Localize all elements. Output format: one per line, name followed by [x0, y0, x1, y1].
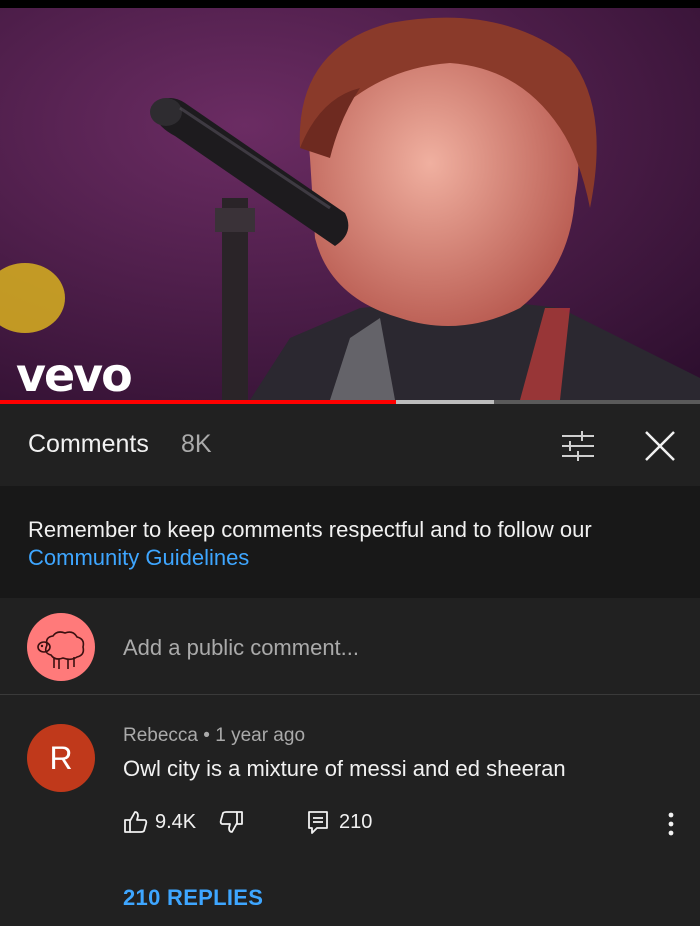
comments-count: 8K	[181, 430, 212, 458]
guidelines-message: Remember to keep comments respectful and…	[28, 517, 592, 542]
close-icon	[645, 431, 675, 461]
dislike-button[interactable]	[218, 809, 244, 840]
vevo-logo: vevo	[16, 348, 133, 400]
add-comment-input[interactable]: Add a public comment...	[123, 635, 359, 661]
sort-filter-button[interactable]	[558, 428, 598, 464]
sheep-avatar-icon	[37, 631, 85, 669]
reply-icon	[308, 811, 328, 834]
comment-item: R Rebecca • 1 year ago Owl city is a mix…	[0, 695, 700, 926]
add-comment-row[interactable]: Add a public comment...	[0, 598, 700, 695]
comment-actions: 9.4K 210	[123, 809, 683, 839]
thumbs-down-icon	[219, 811, 243, 833]
guidelines-banner: Remember to keep comments respectful and…	[0, 486, 700, 598]
view-replies-link[interactable]: 210 REPLIES	[123, 885, 263, 911]
more-vert-icon	[668, 812, 674, 836]
close-button[interactable]	[640, 426, 680, 466]
comments-header: Comments 8K	[0, 404, 700, 486]
meta-separator: •	[198, 725, 216, 746]
community-guidelines-link[interactable]: Community Guidelines	[28, 545, 249, 570]
status-bar-strip	[0, 0, 700, 8]
video-player[interactable]: vevo	[0, 8, 700, 400]
more-options-button[interactable]	[659, 809, 683, 839]
thumbs-up-icon	[124, 811, 148, 833]
comment-time: 1 year ago	[215, 725, 306, 746]
like-button[interactable]: 9.4K	[123, 809, 196, 835]
user-avatar[interactable]	[27, 613, 95, 681]
sort-filter-icon	[562, 431, 594, 461]
comment-author[interactable]: Rebecca	[123, 725, 198, 746]
comment-text: Owl city is a mixture of messi and ed sh…	[123, 756, 566, 781]
reply-count: 210	[339, 810, 373, 833]
guidelines-text: Remember to keep comments respectful and…	[28, 516, 688, 572]
comments-title: Comments	[28, 430, 149, 458]
reply-button[interactable]: 210	[307, 809, 372, 835]
commenter-avatar[interactable]: R	[27, 724, 95, 792]
video-frame	[0, 8, 700, 400]
comment-meta: Rebecca • 1 year ago	[123, 725, 305, 747]
like-count: 9.4K	[155, 810, 197, 833]
